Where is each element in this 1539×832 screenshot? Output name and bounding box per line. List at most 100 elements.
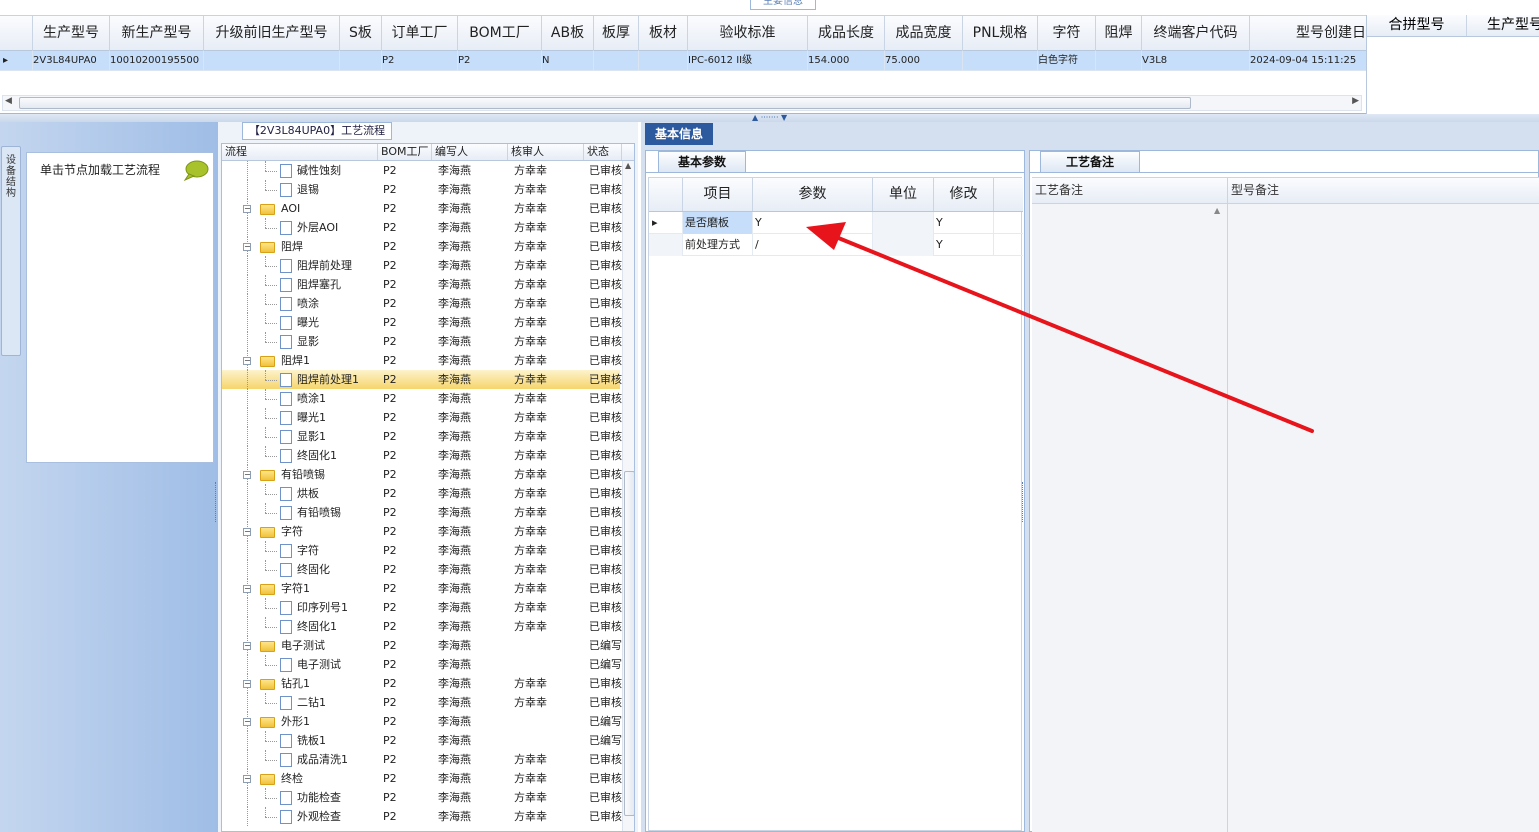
tree-node-row[interactable]: 阻焊塞孔 P2 李海燕 方幸幸 已审核 <box>222 275 622 294</box>
col-solder-mask[interactable]: 阻焊 <box>1096 16 1142 51</box>
col-param[interactable]: 参数 <box>753 178 873 211</box>
cell-character[interactable]: 白色字符 <box>1038 51 1096 71</box>
cell-unit[interactable] <box>873 212 934 234</box>
cell-param[interactable]: / <box>753 234 873 256</box>
cell-item[interactable]: 是否磨板 <box>683 212 753 234</box>
cell-finished-width[interactable]: 75.000 <box>885 51 963 71</box>
tree-scroll-thumb[interactable] <box>624 471 634 816</box>
cell-modify[interactable]: Y <box>934 212 994 234</box>
tree-folder-row[interactable]: − AOI P2 李海燕 方幸幸 已审核 <box>222 199 622 218</box>
cell-unit[interactable] <box>873 234 934 256</box>
col-merge-production-model[interactable]: 生产型号 <box>1467 15 1539 36</box>
tree-node-row[interactable]: 曝光 P2 李海燕 方幸幸 已审核 <box>222 313 622 332</box>
tab-craft-notes[interactable]: 工艺备注 <box>1040 151 1140 172</box>
table-row[interactable]: ▸ 2V3L84UPA0 10010200195500 P2 P2 N IPC-… <box>0 51 1366 71</box>
cell-modify[interactable]: Y <box>934 234 994 256</box>
col-finished-length[interactable]: 成品长度 <box>808 16 885 51</box>
tree-node-row[interactable]: 阻焊前处理 P2 李海燕 方幸幸 已审核 <box>222 256 622 275</box>
col-status[interactable]: 状态 <box>584 144 622 160</box>
cell-param[interactable]: Y <box>753 212 873 234</box>
col-item[interactable]: 项目 <box>683 178 753 211</box>
tree-folder-row[interactable]: − 阻焊 P2 李海燕 方幸幸 已审核 <box>222 237 622 256</box>
collapse-toggle-icon[interactable]: − <box>243 471 251 479</box>
col-writer[interactable]: 编写人 <box>432 144 508 160</box>
collapse-toggle-icon[interactable]: − <box>243 205 251 213</box>
col-craft-note[interactable]: 工艺备注 <box>1032 178 1228 203</box>
tree-node-row[interactable]: 电子测试 P2 李海燕 已编写 <box>222 655 622 674</box>
collapse-toggle-icon[interactable]: − <box>243 243 251 251</box>
collapse-toggle-icon[interactable]: − <box>243 680 251 688</box>
tree-node-row[interactable]: 喷涂1 P2 李海燕 方幸幸 已审核 <box>222 389 622 408</box>
col-pnl-spec[interactable]: PNL规格 <box>963 16 1038 51</box>
tree-node-row[interactable]: 字符 P2 李海燕 方幸幸 已审核 <box>222 541 622 560</box>
tree-node-row[interactable]: 有铅喷锡 P2 李海燕 方幸幸 已审核 <box>222 503 622 522</box>
cell-finished-length[interactable]: 154.000 <box>808 51 885 71</box>
scroll-up-icon[interactable]: ▲ <box>1214 206 1220 215</box>
tree-folder-row[interactable]: − 终检 P2 李海燕 方幸幸 已审核 <box>222 769 622 788</box>
col-order-factory[interactable]: 订单工厂 <box>382 16 458 51</box>
cell-pnl-spec[interactable] <box>963 51 1038 71</box>
tree-node-row[interactable]: 显影 P2 李海燕 方幸幸 已审核 <box>222 332 622 351</box>
tree-node-row[interactable]: 退锡 P2 李海燕 方幸幸 已审核 <box>222 180 622 199</box>
cell-board-thickness[interactable] <box>594 51 639 71</box>
col-board-thickness[interactable]: 板厚 <box>594 16 639 51</box>
model-note-textarea[interactable] <box>1228 204 1539 832</box>
tree-node-row[interactable]: 成品清洗1 P2 李海燕 方幸幸 已审核 <box>222 750 622 769</box>
col-model-note[interactable]: 型号备注 <box>1228 178 1539 203</box>
tree-node-row[interactable]: 碱性蚀刻 P2 李海燕 方幸幸 已审核 <box>222 161 622 180</box>
tree-node-row[interactable]: 烘板 P2 李海燕 方幸幸 已审核 <box>222 484 622 503</box>
col-tree-bom-factory[interactable]: BOM工厂 <box>378 144 432 160</box>
collapse-toggle-icon[interactable]: − <box>243 775 251 783</box>
tree-node-row[interactable]: 外层AOI P2 李海燕 方幸幸 已审核 <box>222 218 622 237</box>
collapse-toggle-icon[interactable]: − <box>243 642 251 650</box>
col-unit[interactable]: 单位 <box>873 178 934 211</box>
col-finished-width[interactable]: 成品宽度 <box>885 16 963 51</box>
col-board-material[interactable]: 板材 <box>639 16 688 51</box>
cell-bom-factory[interactable]: P2 <box>458 51 542 71</box>
tree-node-row[interactable]: 二钻1 P2 李海燕 方幸幸 已审核 <box>222 693 622 712</box>
tree-node-row[interactable]: 功能检查 P2 李海燕 方幸幸 已审核 <box>222 788 622 807</box>
tree-node-row[interactable]: 曝光1 P2 李海燕 方幸幸 已审核 <box>222 408 622 427</box>
craft-note-textarea[interactable]: ▲ <box>1032 204 1228 832</box>
tree-node-row[interactable]: 终固化 P2 李海燕 方幸幸 已审核 <box>222 560 622 579</box>
tree-folder-row[interactable]: − 电子测试 P2 李海燕 已编写 <box>222 636 622 655</box>
col-flow[interactable]: 流程 <box>222 144 378 160</box>
horizontal-scrollbar[interactable]: ◀ ▶ <box>2 95 1362 111</box>
col-new-production-model[interactable]: 新生产型号 <box>110 16 204 51</box>
col-end-customer-code[interactable]: 终端客户代码 <box>1142 16 1250 51</box>
tree-node-row[interactable]: 显影1 P2 李海燕 方幸幸 已审核 <box>222 427 622 446</box>
col-acceptance-standard[interactable]: 验收标准 <box>688 16 808 51</box>
cell-ab-board[interactable]: N <box>542 51 594 71</box>
tree-node-row[interactable]: 铣板1 P2 李海燕 已编写 <box>222 731 622 750</box>
tree-node-row[interactable]: 印序列号1 P2 李海燕 方幸幸 已审核 <box>222 598 622 617</box>
device-structure-tab[interactable]: 设备结构 <box>1 146 21 356</box>
horizontal-splitter[interactable]: ▲ ······· ▼ <box>0 114 1539 122</box>
col-merge-model[interactable]: 合拼型号 <box>1367 15 1467 36</box>
collapse-toggle-icon[interactable]: − <box>243 585 251 593</box>
tree-folder-row[interactable]: − 有铅喷锡 P2 李海燕 方幸幸 已审核 <box>222 465 622 484</box>
col-character[interactable]: 字符 <box>1038 16 1096 51</box>
tab-basic-info[interactable]: 基本信息 <box>645 123 713 145</box>
cell-board-material[interactable] <box>639 51 688 71</box>
tree-vertical-scrollbar[interactable]: ▲ <box>622 161 634 831</box>
cell-model-created[interactable]: 2024-09-04 15:11:25 <box>1250 51 1366 71</box>
tree-folder-row[interactable]: − 阻焊1 P2 李海燕 方幸幸 已审核 <box>222 351 622 370</box>
cell-production-model[interactable]: 2V3L84UPA0 <box>33 51 110 71</box>
col-s-board[interactable]: S板 <box>340 16 382 51</box>
collapse-toggle-icon[interactable]: − <box>243 718 251 726</box>
scroll-left-icon[interactable]: ◀ <box>5 96 12 106</box>
tab-basic-params[interactable]: 基本参数 <box>658 151 746 172</box>
panel-splitter-grip[interactable] <box>1022 482 1025 522</box>
tree-folder-row[interactable]: − 外形1 P2 李海燕 已编写 <box>222 712 622 731</box>
tree-folder-row[interactable]: − 钻孔1 P2 李海燕 方幸幸 已审核 <box>222 674 622 693</box>
col-model-created[interactable]: 型号创建日 <box>1250 16 1366 51</box>
tree-node-row[interactable]: 喷涂 P2 李海燕 方幸幸 已审核 <box>222 294 622 313</box>
splitter-grip-icon[interactable]: ▲ ······· ▼ <box>752 114 787 122</box>
col-production-model[interactable]: 生产型号 <box>33 16 110 51</box>
tree-node-row[interactable]: 终固化1 P2 李海燕 方幸幸 已审核 <box>222 446 622 465</box>
col-modify[interactable]: 修改 <box>934 178 994 211</box>
cell-item[interactable]: 前处理方式 <box>683 234 753 256</box>
tree-node-row[interactable]: 阻焊前处理1 P2 李海燕 方幸幸 已审核 <box>222 370 622 389</box>
col-ab-board[interactable]: AB板 <box>542 16 594 51</box>
cell-new-production-model[interactable]: 10010200195500 <box>110 51 204 71</box>
